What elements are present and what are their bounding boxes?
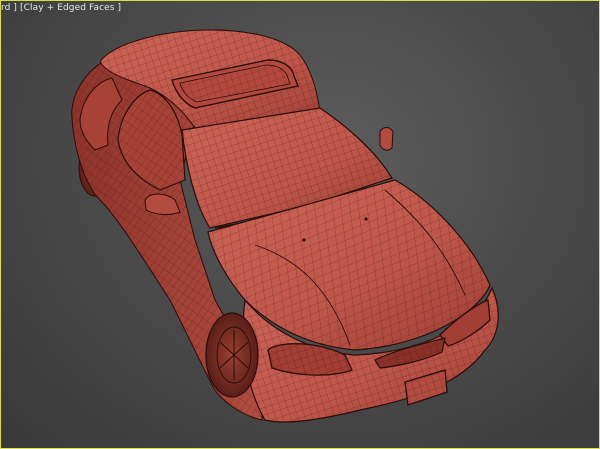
car-wireframe-model[interactable] <box>0 0 600 449</box>
perspective-viewport[interactable]: rd ] [Clay + Edged Faces ] <box>0 0 600 449</box>
car-mirror-right <box>379 127 394 151</box>
front-wheel <box>205 312 259 398</box>
